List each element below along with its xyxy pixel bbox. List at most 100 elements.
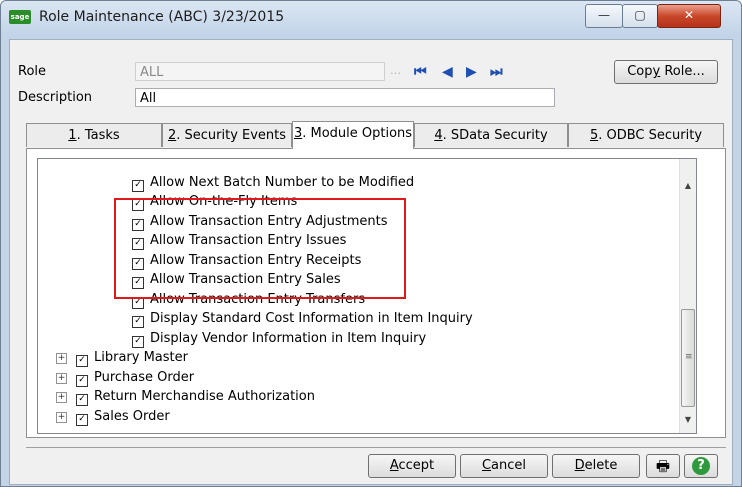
tree-item-label: Allow Next Batch Number to be Modified [150,175,415,190]
tab-security-events[interactable]: 2. Security Events [162,123,292,147]
accept-button[interactable]: Accept [368,454,456,478]
accept-label: ccept [398,458,435,473]
close-button[interactable]: ✕ [657,4,721,28]
first-record-icon[interactable]: ⏮ [414,64,427,80]
checkbox[interactable]: ✓ [132,199,144,211]
checkbox[interactable]: ✓ [76,414,88,426]
tab-label: . Tasks [76,128,120,143]
checkbox[interactable]: ✓ [132,316,144,328]
copy-role-label-b: Role... [660,64,705,79]
checkbox[interactable]: ✓ [76,394,88,406]
checkbox[interactable]: ✓ [132,238,144,250]
tree-item[interactable]: ✓ Allow Transaction Entry Receipts [132,251,361,270]
tree-item-label: Display Vendor Information in Item Inqui… [150,331,427,346]
tree-item-label: Allow Transaction Entry Issues [150,233,347,248]
cancel-button[interactable]: Cancel [460,454,548,478]
scroll-thumb[interactable]: ≡ [681,309,695,407]
tree-item[interactable]: ✓ Display Vendor Information in Item Inqu… [132,329,426,348]
copy-role-button[interactable]: Copy Role... [614,60,718,84]
tree-item-label: Allow Transaction Entry Transfers [150,292,366,307]
checkbox[interactable]: ✓ [132,336,144,348]
title-bar[interactable]: sage Role Maintenance (ABC) 3/23/2015 — … [1,1,741,37]
next-record-icon[interactable]: ▶ [466,64,477,80]
tree-item[interactable]: ✓ Allow Transaction Entry Sales [132,270,341,289]
tree-module-label: Sales Order [94,409,170,424]
tab-accel: 2 [167,128,177,143]
tree-item-label: Allow On-the-Fly Items [150,194,298,209]
sage-app-icon: sage [9,10,31,24]
tab-sdata-security[interactable]: 4. SData Security [414,123,568,147]
tab-accel: 5 [589,128,599,143]
tree-module[interactable]: + ✓ Library Master [56,348,188,367]
role-input[interactable]: ALL [135,62,385,81]
description-label: Description [18,90,93,105]
tree-item[interactable]: ✓ Allow Transaction Entry Issues [132,231,346,250]
tree-item-label: Display Standard Cost Information in Ite… [150,311,473,326]
cancel-label: ancel [491,458,527,473]
expand-icon[interactable]: + [56,373,67,384]
delete-accel: D [574,458,585,473]
expand-icon[interactable]: + [56,353,67,364]
previous-record-icon[interactable]: ◀ [442,64,453,80]
vertical-scrollbar[interactable]: ▲ ≡ ▼ [679,159,696,433]
grip-icon: ≡ [685,352,693,362]
tree-item[interactable]: ✓ Display Standard Cost Information in It… [132,309,473,328]
delete-button[interactable]: Delete [552,454,640,478]
copy-role-label-a: Cop [627,64,653,79]
tab-strip: 1. Tasks 2. Security Events 3. Module Op… [26,121,726,149]
last-record-icon[interactable]: ⏭ [490,64,503,80]
scroll-up-icon[interactable]: ▲ [683,181,693,191]
tree-module[interactable]: + ✓ Purchase Order [56,368,194,387]
tab-label: . Security Events [176,128,287,143]
expand-icon[interactable]: + [56,412,67,423]
tab-tasks[interactable]: 1. Tasks [26,123,162,147]
cancel-accel: C [481,458,492,473]
checkbox[interactable]: ✓ [132,180,144,192]
accept-accel: A [389,458,399,473]
delete-label: elete [584,458,618,473]
expand-icon[interactable]: + [56,392,67,403]
checkbox[interactable]: ✓ [132,219,144,231]
minimize-button[interactable]: — [585,4,623,28]
help-button[interactable]: ? [684,454,718,478]
tree-module-label: Library Master [94,350,188,365]
tab-accel: 3 [293,126,303,141]
checkbox[interactable]: ✓ [76,375,88,387]
tab-label: . SData Security [442,128,548,143]
checkbox[interactable]: ✓ [132,277,144,289]
description-input[interactable]: All [135,88,555,107]
tab-accel: 4 [434,128,443,143]
module-options-panel: ✓ Allow Next Batch Number to be Modified … [26,148,726,438]
tab-label: . Module Options [302,126,413,141]
role-maintenance-window: sage Role Maintenance (ABC) 3/23/2015 — … [0,0,742,487]
checkbox[interactable]: ✓ [132,297,144,309]
help-icon: ? [692,457,710,475]
tree-item-label: Allow Transaction Entry Receipts [150,253,362,268]
tab-odbc-security[interactable]: 5. ODBC Security [568,123,724,147]
checkbox[interactable]: ✓ [76,355,88,367]
tree-item-label: Allow Transaction Entry Adjustments [150,214,388,229]
tree-module[interactable]: + ✓ Sales Order [56,407,170,426]
tree-item-label: Allow Transaction Entry Sales [150,272,341,287]
tab-module-options[interactable]: 3. Module Options [292,121,414,149]
lookup-icon[interactable]: … [390,64,401,78]
tree-item[interactable]: ✓ Allow Transaction Entry Transfers [132,290,365,309]
tree-module-label: Return Merchandise Authorization [94,389,315,404]
checkbox[interactable]: ✓ [132,258,144,270]
footer-divider [26,447,726,448]
tree-item[interactable]: ✓ Allow Transaction Entry Adjustments [132,212,387,231]
client-area: Role ALL … ⏮ ◀ ▶ ⏭ Copy Role... Descript… [9,39,733,485]
printer-icon: 🖶 [655,457,671,475]
tab-label: . ODBC Security [598,128,703,143]
print-button[interactable]: 🖶 [646,454,680,478]
tree-module-label: Purchase Order [94,370,195,385]
options-tree: ✓ Allow Next Batch Number to be Modified … [37,158,697,434]
tree-item[interactable]: ✓ Allow On-the-Fly Items [132,192,297,211]
maximize-button[interactable]: ▢ [622,4,658,28]
tree-module[interactable]: + ✓ Return Merchandise Authorization [56,387,315,406]
role-label: Role [18,64,47,79]
tree-item[interactable]: ✓ Allow Next Batch Number to be Modified [132,173,414,192]
tab-accel: 1 [68,128,77,143]
scroll-down-icon[interactable]: ▼ [683,415,693,425]
window-title: Role Maintenance (ABC) 3/23/2015 [39,9,285,25]
